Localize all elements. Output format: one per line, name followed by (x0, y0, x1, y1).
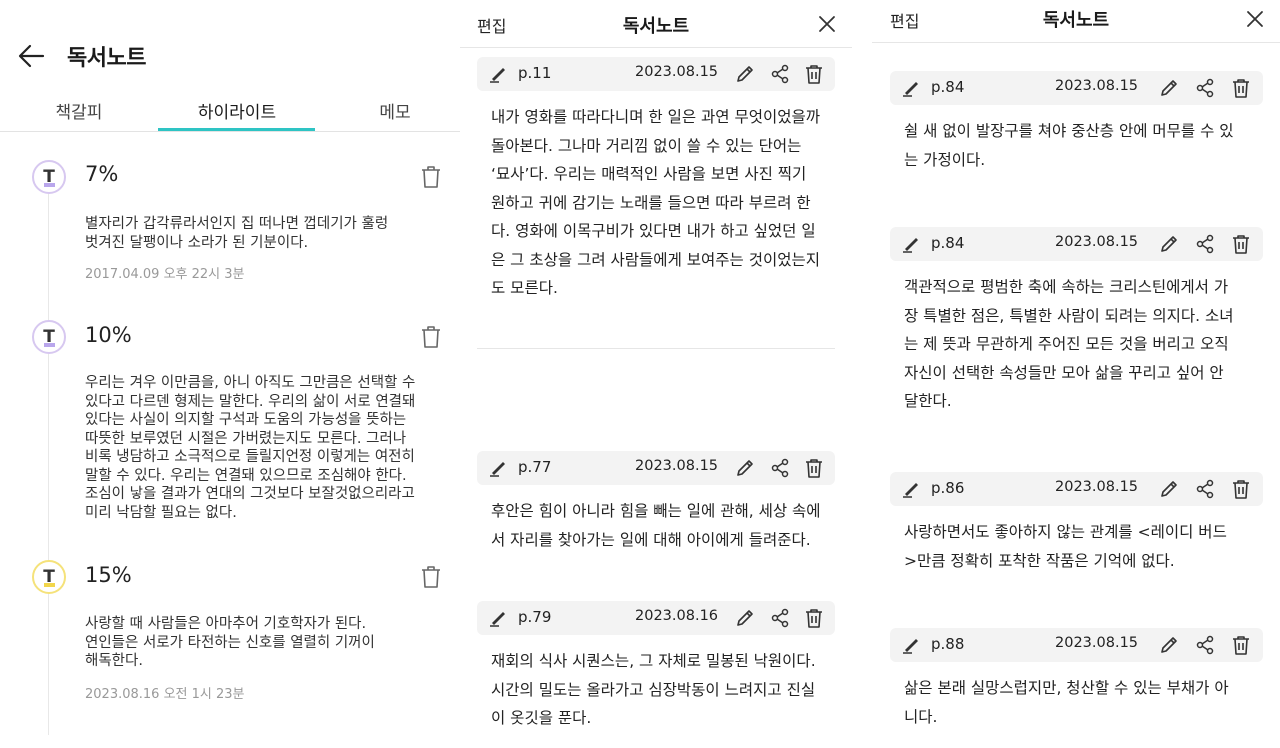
tab-highlight[interactable]: 하이라이트 (158, 98, 316, 123)
note-page: p.11 (518, 64, 552, 82)
share-icon[interactable] (769, 63, 791, 85)
note-date: 2023.08.15 (635, 458, 719, 474)
divider (477, 348, 835, 349)
highlight-percent: 15% (85, 563, 132, 587)
note-text: 삶은 본래 실망스럽지만, 청산할 수 있는 부채가 아 니다. (904, 679, 1229, 726)
trash-icon[interactable] (420, 325, 442, 349)
page-title: 독서노트 (67, 46, 146, 71)
highlighter-pen-icon (903, 82, 918, 97)
text-highlight-icon: T (32, 320, 66, 354)
highlights-panel: 독서노트 책갈피 하이라이트 메모 T 7% 별자리가 갑각류라서인지 집 떠나… (0, 0, 460, 748)
note-date: 2023.08.15 (1055, 635, 1139, 651)
close-icon[interactable] (817, 14, 837, 34)
share-icon[interactable] (1194, 233, 1216, 255)
trash-icon[interactable] (1230, 634, 1252, 656)
highlight-date: 2023.08.16 오전 1시 23분 (85, 687, 245, 702)
note-page: p.77 (518, 458, 552, 476)
tab-bar: 책갈피 하이라이트 메모 (0, 94, 460, 132)
share-icon[interactable] (1194, 478, 1216, 500)
highlight-text: 사랑할 때 사람들은 아마추어 기호학자가 된다. 연인들은 서로가 타전하는 … (85, 616, 375, 669)
share-icon[interactable] (769, 457, 791, 479)
highlighter-pen-icon (490, 612, 505, 627)
note-page: p.84 (931, 234, 965, 252)
note-date: 2023.08.15 (635, 64, 719, 80)
share-icon[interactable] (1194, 77, 1216, 99)
active-tab-indicator (158, 128, 315, 131)
note-date: 2023.08.15 (1055, 78, 1139, 94)
note-text: 쉴 새 없이 발장구를 쳐야 중산층 안에 머무를 수 있 는 가정이다. (904, 122, 1234, 169)
note-page: p.84 (931, 78, 965, 96)
timeline-line (48, 175, 49, 735)
divider (460, 47, 852, 48)
note-text: 후안은 힘이 아니라 힘을 빼는 일에 관해, 세상 속에 서 자리를 찾아가는… (491, 502, 821, 549)
note-page: p.79 (518, 608, 552, 626)
pencil-icon[interactable] (734, 63, 756, 85)
trash-icon[interactable] (803, 63, 825, 85)
page-title: 독서노트 (622, 16, 690, 37)
trash-icon[interactable] (803, 607, 825, 629)
highlight-percent: 10% (85, 323, 132, 347)
highlight-date: 2017.04.09 오후 22시 3분 (85, 267, 245, 282)
highlight-text: 별자리가 갑각류라서인지 집 떠나면 껍데기가 훌렁 벗겨진 달팽이나 소라가 … (85, 216, 389, 251)
page-title: 독서노트 (1042, 10, 1110, 31)
share-icon[interactable] (769, 607, 791, 629)
text-highlight-icon: T (32, 560, 66, 594)
highlight-percent: 7% (85, 162, 119, 186)
trash-icon[interactable] (1230, 233, 1252, 255)
pencil-icon[interactable] (1158, 478, 1180, 500)
note-date: 2023.08.15 (1055, 234, 1139, 250)
share-icon[interactable] (1194, 634, 1216, 656)
pencil-icon[interactable] (1158, 233, 1180, 255)
text-highlight-icon: T (32, 160, 66, 194)
note-page: p.86 (931, 479, 965, 497)
trash-icon[interactable] (1230, 478, 1252, 500)
divider (872, 42, 1280, 43)
tab-bookmark[interactable]: 책갈피 (0, 98, 158, 123)
pencil-icon[interactable] (1158, 77, 1180, 99)
note-text: 재회의 식사 시퀀스는, 그 자체로 밀봉된 낙원이다. 시간의 밀도는 올라가… (491, 652, 816, 727)
close-icon[interactable] (1245, 9, 1265, 29)
highlighter-pen-icon (903, 238, 918, 253)
highlighter-pen-icon (903, 639, 918, 654)
highlight-text: 우리는 겨우 이만큼을, 아니 아직도 그만큼은 선택할 수 있다고 다르덴 형… (85, 375, 416, 521)
pencil-icon[interactable] (734, 607, 756, 629)
trash-icon[interactable] (1230, 77, 1252, 99)
highlighter-pen-icon (903, 483, 918, 498)
pencil-icon[interactable] (1158, 634, 1180, 656)
trash-icon[interactable] (420, 565, 442, 589)
trash-icon[interactable] (420, 165, 442, 189)
pencil-icon[interactable] (734, 457, 756, 479)
notes-panel: 편집 독서노트 p.84 2023.08.15 쉴 새 없이 발장구를 쳐야 중… (872, 0, 1280, 748)
highlighter-pen-icon (490, 68, 505, 83)
trash-icon[interactable] (803, 457, 825, 479)
note-text: 객관적으로 평범한 축에 속하는 크리스틴에게서 가 장 특별한 점은, 특별한… (904, 278, 1234, 410)
note-text: 사랑하면서도 좋아하지 않는 관계를 <레이디 버드 >만큼 정확히 포착한 작… (904, 523, 1227, 570)
note-date: 2023.08.15 (1055, 479, 1139, 495)
highlighter-pen-icon (490, 462, 505, 477)
arrow-left-icon[interactable] (16, 42, 46, 70)
tab-memo[interactable]: 메모 (316, 98, 460, 123)
note-text: 내가 영화를 따라다니며 한 일은 과연 무엇이었을까 돌아본다. 그나마 거리… (491, 108, 821, 297)
note-page: p.88 (931, 635, 965, 653)
text-fade (85, 525, 445, 543)
notes-panel: 편집 독서노트 p.11 2023.08.15 내가 영화를 따라다니며 한 일… (460, 0, 872, 748)
note-date: 2023.08.16 (635, 608, 719, 624)
